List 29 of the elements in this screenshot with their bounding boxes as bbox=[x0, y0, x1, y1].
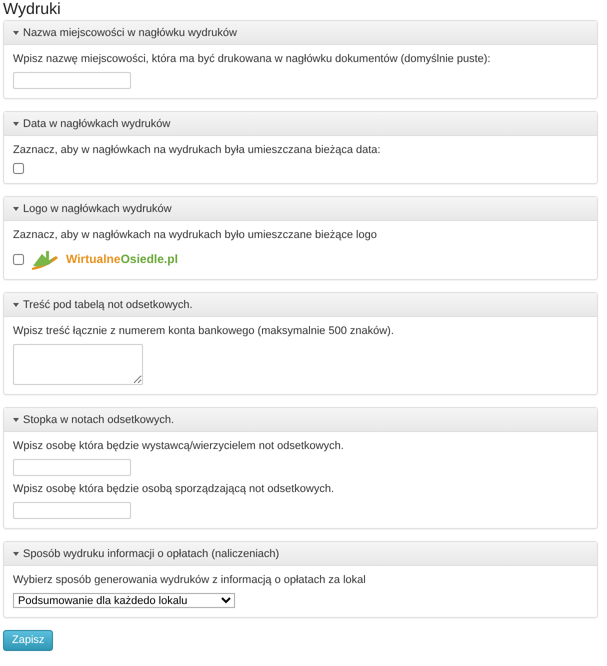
text-field[interactable] bbox=[13, 459, 131, 476]
caret-icon bbox=[13, 418, 19, 422]
panel-header[interactable]: Stopka w notach odsetkowych. bbox=[4, 408, 597, 432]
panel-header[interactable]: Logo w nagłówkach wydruków bbox=[4, 197, 597, 221]
panel-header[interactable]: Data w nagłówkach wydruków bbox=[4, 112, 597, 136]
house-logo-icon bbox=[30, 248, 60, 270]
page-title: Wydruki bbox=[3, 0, 62, 20]
caret-icon bbox=[13, 30, 19, 34]
caret-icon bbox=[13, 206, 19, 210]
instruction-text: Zaznacz, aby w nagłówkach na wydrukach było umieszczane bieżące logo bbox=[13, 228, 377, 242]
logo-text: WirtualneOsiedle.pl bbox=[66, 252, 178, 266]
caret-icon bbox=[13, 122, 19, 126]
text-field[interactable] bbox=[13, 72, 131, 89]
dropdown[interactable]: Podsumowanie dla każdedo lokalu bbox=[13, 593, 235, 608]
checkbox[interactable] bbox=[13, 254, 24, 264]
caret-icon bbox=[13, 302, 19, 306]
text-area[interactable] bbox=[13, 344, 143, 385]
panel-header[interactable]: Sposób wydruku informacji o opłatach (naliczeniach) bbox=[4, 542, 597, 566]
instruction-text: Wybierz sposób generowania wydruków z informacją o opłatach za lokal bbox=[13, 573, 366, 587]
panel-header[interactable]: Nazwa miejscowości w nagłówku wydruków bbox=[4, 21, 597, 45]
instruction-text: Wpisz nazwę miejscowości, która ma być drukowana w nagłówku dokumentów (domyślnie puste): bbox=[13, 52, 490, 66]
text-field[interactable] bbox=[13, 502, 131, 519]
caret-icon bbox=[13, 552, 19, 556]
instruction-text: Wpisz osobę która będzie osobą sporządzającą not odsetkowych. bbox=[13, 482, 334, 496]
instruction-text: Zaznacz, aby w nagłówkach na wydrukach była umieszczana bieżąca data: bbox=[13, 143, 380, 157]
instruction-text: Wpisz treść łącznie z numerem konta bankowego (maksymalnie 500 znaków). bbox=[13, 324, 394, 338]
instruction-text: Wpisz osobę która będzie wystawcą/wierzycielem not odsetkowych. bbox=[13, 439, 344, 453]
panel-header[interactable]: Treść pod tabelą not odsetkowych. bbox=[4, 293, 597, 317]
checkbox[interactable] bbox=[13, 163, 24, 174]
